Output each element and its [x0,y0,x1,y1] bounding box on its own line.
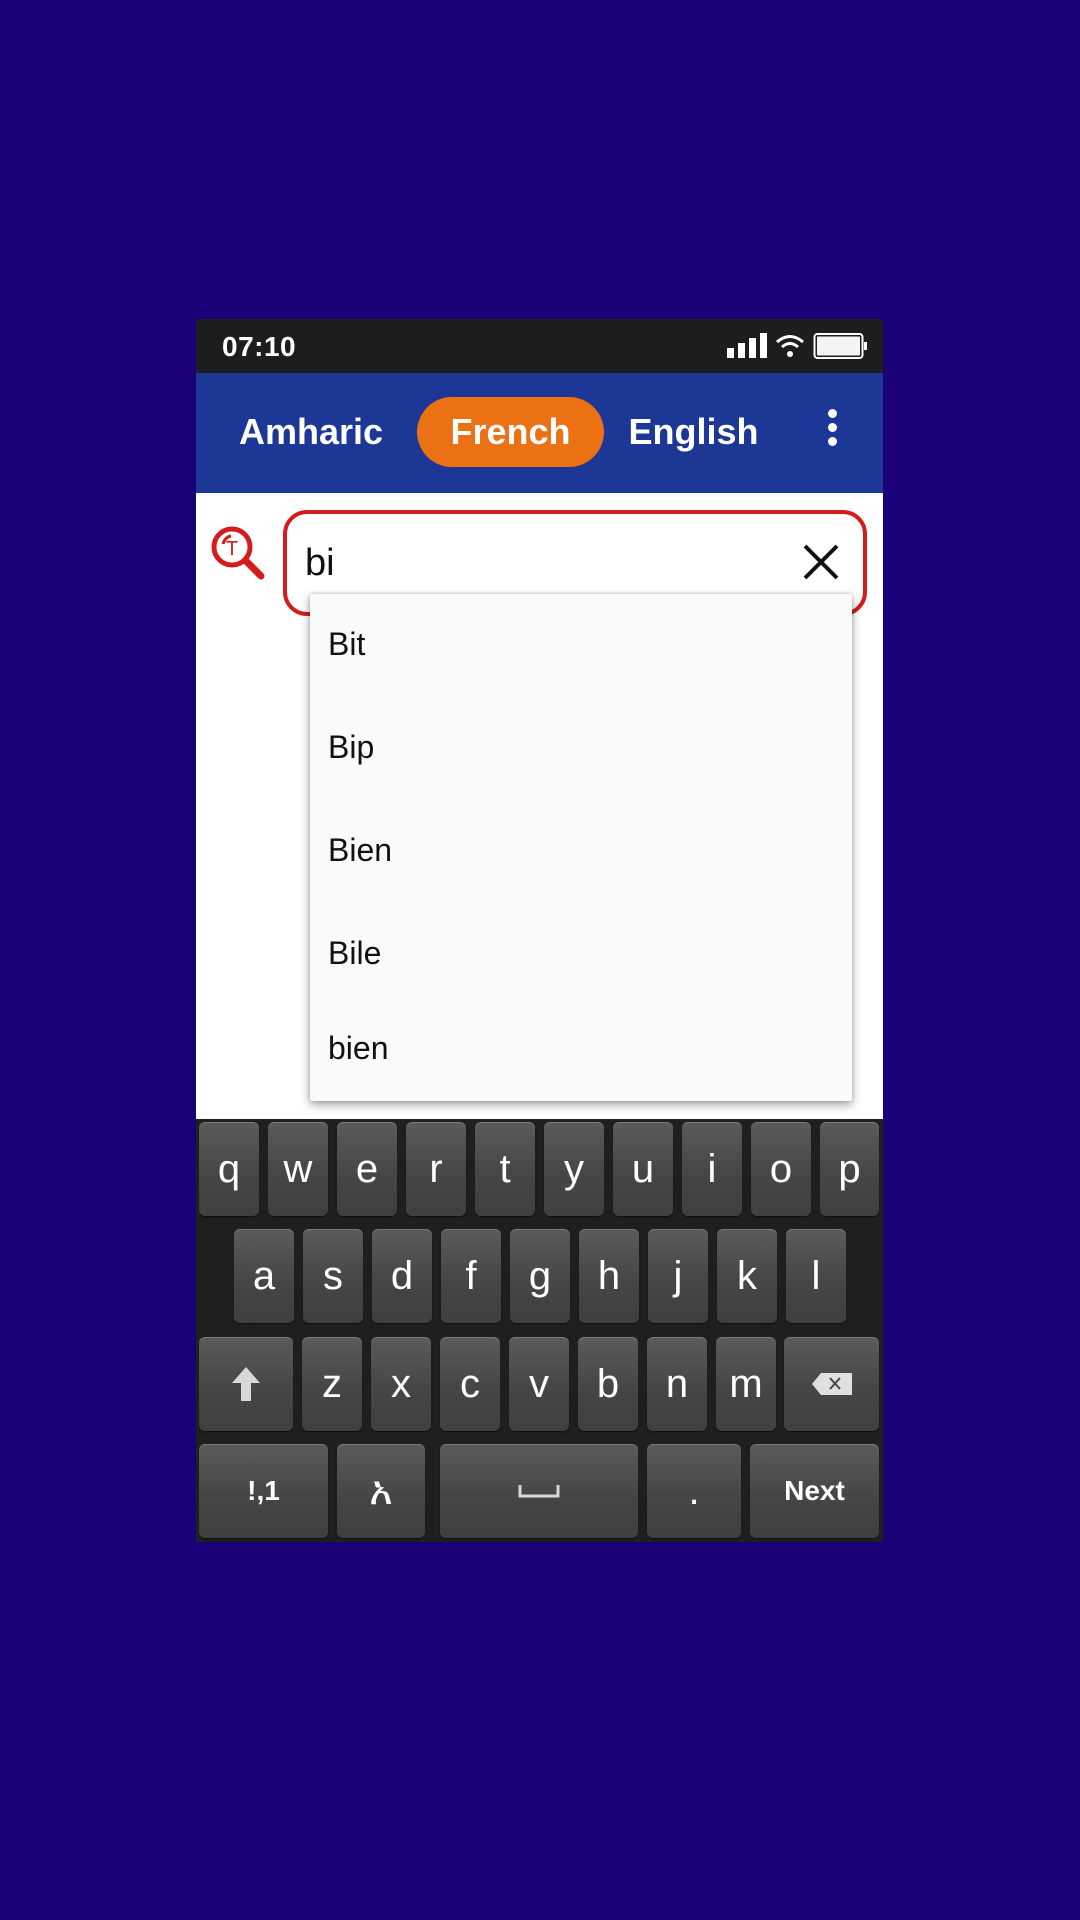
key-q[interactable]: q [199,1122,259,1216]
close-icon[interactable] [797,538,845,586]
key-n[interactable]: n [647,1337,707,1431]
status-time: 07:10 [222,331,297,362]
language-switch-key[interactable]: አ [337,1444,425,1538]
key-x[interactable]: x [371,1337,431,1431]
tab-english[interactable]: English [616,397,771,467]
backspace-icon [811,1373,852,1395]
battery-icon [813,333,867,359]
key-w[interactable]: w [268,1122,328,1216]
wifi-icon [776,335,804,357]
suggestion-item[interactable]: Bip [310,697,852,800]
suggestion-item[interactable]: Bit [310,594,852,697]
key-k[interactable]: k [717,1229,777,1323]
svg-text:T: T [226,538,238,560]
key-z[interactable]: z [302,1337,362,1431]
key-u[interactable]: u [613,1122,673,1216]
tab-french[interactable]: French [417,397,604,467]
key-e[interactable]: e [337,1122,397,1216]
symbols-key[interactable]: !,1 [199,1444,328,1538]
key-p[interactable]: p [820,1122,879,1216]
key-f[interactable]: f [441,1229,501,1323]
key-s[interactable]: s [303,1229,363,1323]
shift-key[interactable] [199,1337,293,1431]
suggestion-dropdown: Bit Bip Bien Bile bien [310,594,852,1101]
status-bar: 07:10 [196,319,883,373]
suggestion-item[interactable]: Bien [310,800,852,903]
status-icons [727,331,869,361]
suggestion-item[interactable]: bien [310,998,852,1101]
key-d[interactable]: d [372,1229,432,1323]
on-screen-keyboard: q w e r t y u i o p a s d f g h j k l z … [196,1119,883,1542]
key-j[interactable]: j [648,1229,708,1323]
translate-search-icon[interactable]: T [209,524,267,582]
key-m[interactable]: m [716,1337,776,1431]
key-o[interactable]: o [751,1122,811,1216]
language-header: Amharic French English [196,373,883,493]
backspace-key[interactable] [784,1337,879,1431]
key-y[interactable]: y [544,1122,604,1216]
suggestion-item[interactable]: Bile [310,903,852,1006]
key-v[interactable]: v [509,1337,569,1431]
search-input[interactable] [305,532,785,594]
next-key[interactable]: Next [750,1444,879,1538]
key-b[interactable]: b [578,1337,638,1431]
period-key[interactable]: . [647,1444,741,1538]
key-t[interactable]: t [475,1122,535,1216]
phone-screen: 07:10 Amharic French English T bi Bit Bi… [196,319,883,1542]
key-l[interactable]: l [786,1229,846,1323]
space-icon [518,1485,560,1498]
key-a[interactable]: a [234,1229,294,1323]
key-i[interactable]: i [682,1122,742,1216]
space-key[interactable] [440,1444,638,1538]
more-vertical-icon[interactable] [816,397,848,457]
key-r[interactable]: r [406,1122,466,1216]
key-c[interactable]: c [440,1337,500,1431]
key-h[interactable]: h [579,1229,639,1323]
signal-icon [727,333,767,358]
shift-icon [232,1367,260,1401]
tab-amharic[interactable]: Amharic [226,397,396,467]
key-g[interactable]: g [510,1229,570,1323]
